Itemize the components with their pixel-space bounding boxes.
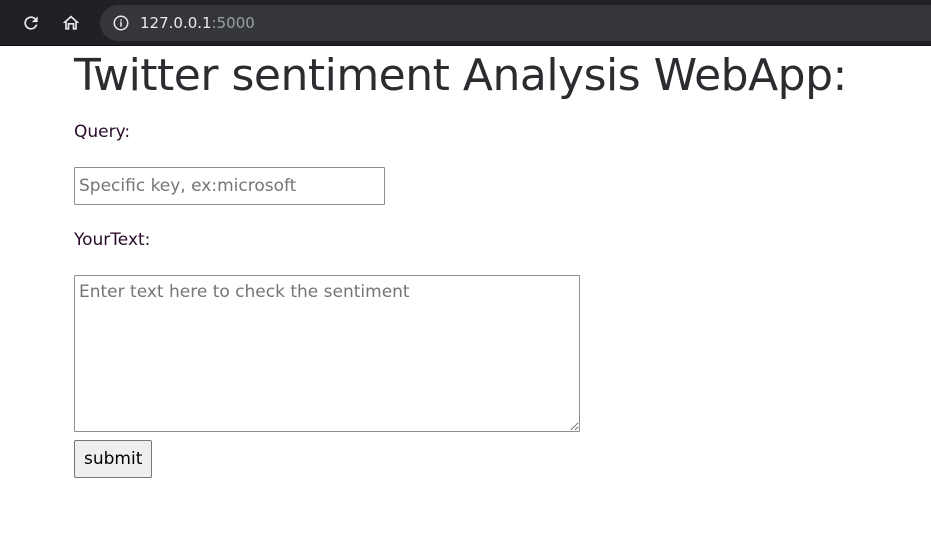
your-text-label: YourText: — [74, 230, 151, 250]
query-input[interactable] — [74, 167, 385, 205]
submit-button[interactable]: submit — [74, 440, 153, 478]
query-label: Query: — [74, 122, 131, 142]
url-port: :5000 — [211, 14, 255, 32]
url-text[interactable]: 127.0.0.1:5000 — [140, 14, 255, 32]
reload-button[interactable] — [16, 8, 46, 38]
reload-icon — [21, 13, 41, 33]
home-icon — [61, 13, 81, 33]
info-icon[interactable] — [112, 14, 130, 32]
browser-toolbar: 127.0.0.1:5000 — [0, 0, 931, 46]
your-text-textarea[interactable] — [74, 275, 580, 432]
url-host: 127.0.0.1 — [140, 14, 212, 32]
home-button[interactable] — [56, 8, 86, 38]
page-title: Twitter sentiment Analysis WebApp: — [74, 50, 847, 101]
address-bar[interactable]: 127.0.0.1:5000 — [100, 5, 931, 41]
